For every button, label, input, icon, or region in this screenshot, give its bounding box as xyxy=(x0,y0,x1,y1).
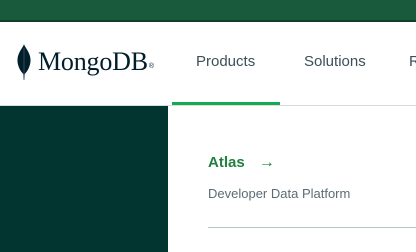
menu-divider xyxy=(208,227,416,228)
products-menu-content xyxy=(168,106,416,252)
atlas-link[interactable]: Atlas → xyxy=(208,153,275,173)
logo-wordmark: MongoDB xyxy=(38,47,148,76)
nav-item-solutions[interactable]: Solutions xyxy=(304,50,366,74)
atlas-title: Atlas xyxy=(208,154,245,171)
mongodb-logo[interactable]: MongoDB ® xyxy=(16,44,154,80)
arrow-right-icon: → xyxy=(258,154,275,171)
mongodb-leaf-icon xyxy=(17,44,31,80)
registered-mark: ® xyxy=(148,63,155,70)
nav-item-resources-partial[interactable]: R xyxy=(409,50,416,74)
products-menu-side-panel xyxy=(0,106,168,252)
top-banner xyxy=(0,0,416,20)
atlas-description: Developer Data Platform xyxy=(208,186,351,201)
nav-item-products[interactable]: Products xyxy=(196,50,255,74)
